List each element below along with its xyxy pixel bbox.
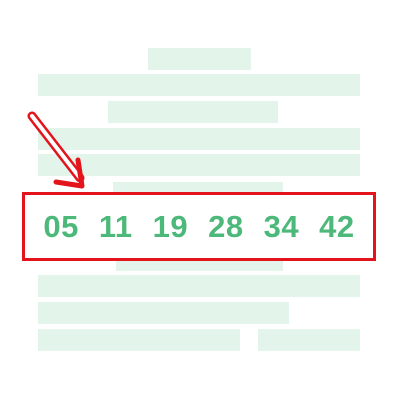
arrow-icon [27, 111, 85, 189]
placeholder-text-line [38, 302, 289, 324]
placeholder-text-line [38, 275, 360, 297]
number-3: 19 [152, 208, 189, 244]
placeholder-text-line [38, 329, 240, 351]
number-2: 11 [98, 208, 133, 244]
number-4: 28 [208, 208, 244, 244]
number-1: 05 [43, 208, 79, 244]
placeholder-text-line [108, 101, 278, 123]
placeholder-text-line [38, 74, 360, 96]
number-6: 42 [319, 208, 355, 244]
number-sequence: 05 11 19 28 34 42 [22, 192, 376, 261]
number-5: 34 [263, 208, 300, 244]
canvas: 05 11 19 28 34 42 [0, 0, 400, 400]
placeholder-text-line [148, 48, 251, 70]
placeholder-text-line [258, 329, 360, 351]
